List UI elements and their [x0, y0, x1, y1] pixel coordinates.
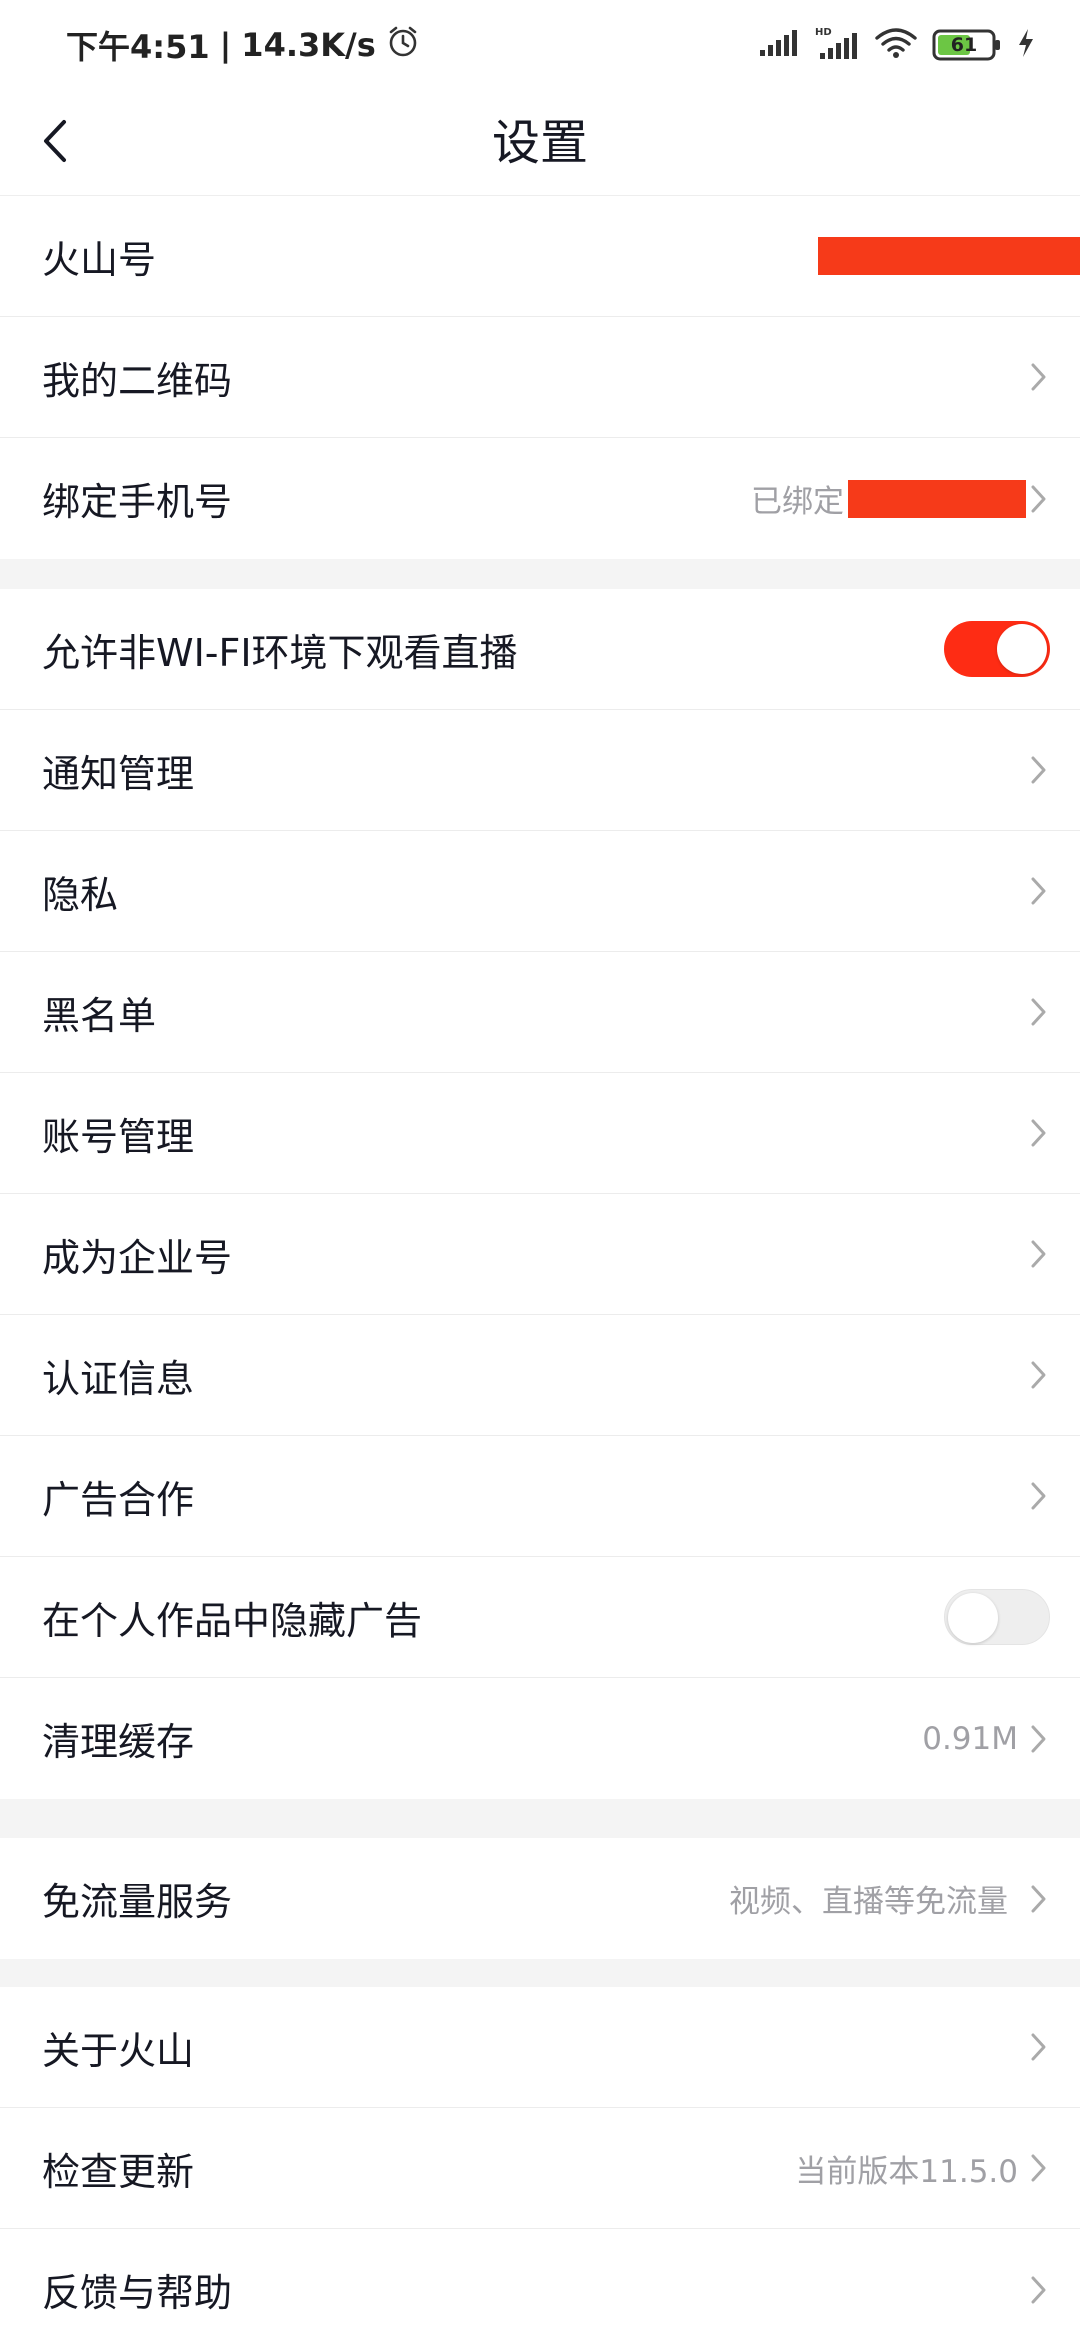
section-separator: [0, 559, 1080, 589]
notification-management-label: 通知管理: [42, 751, 195, 796]
check-update-right: 当前版本11.5.0: [795, 2146, 1050, 2191]
clear-cache-right: 0.91M: [922, 1721, 1050, 1757]
status-right: HD 61: [758, 25, 1036, 65]
status-divider: |: [219, 26, 232, 64]
network-speed: 14.3K/s: [241, 26, 376, 64]
chevron-right-icon: [1030, 2153, 1050, 2183]
allow-non-wifi-live-right: [944, 621, 1050, 677]
bind-phone-status: 已绑定: [751, 484, 844, 520]
battery-level: 61: [950, 34, 978, 56]
preferences-group: 允许非WI-FI环境下观看直播 通知管理 隐私 黑名单 账号管理 成为企业号 认…: [0, 589, 1080, 1799]
chevron-right-icon: [1030, 1360, 1050, 1390]
data-free-service-label: 免流量服务: [42, 1880, 233, 1924]
feedback-help-right: [1030, 2275, 1050, 2305]
ad-cooperation-row[interactable]: 广告合作: [0, 1436, 1080, 1557]
become-business-account-row[interactable]: 成为企业号: [0, 1194, 1080, 1315]
volcano-id-row[interactable]: 火山号: [0, 196, 1080, 317]
signal-icon: [758, 28, 800, 62]
feedback-help-label: 反馈与帮助: [42, 2271, 233, 2315]
status-time: 下午4:51: [66, 28, 210, 66]
blacklist-row[interactable]: 黑名单: [0, 952, 1080, 1073]
account-group: 火山号 我的二维码 绑定手机号 已绑定: [0, 196, 1080, 559]
chevron-right-icon: [1030, 362, 1050, 392]
about-volcano-row[interactable]: 关于火山: [0, 1987, 1080, 2108]
hide-ads-in-works-right: [944, 1589, 1050, 1645]
charging-icon: [1016, 27, 1036, 63]
allow-non-wifi-live-toggle[interactable]: [944, 621, 1050, 677]
chevron-right-icon: [1030, 1239, 1050, 1269]
chevron-right-icon: [1030, 997, 1050, 1027]
section-separator: [0, 1799, 1080, 1838]
alarm-icon: [386, 24, 420, 66]
hide-ads-in-works-toggle[interactable]: [944, 1589, 1050, 1645]
svg-text:HD: HD: [815, 27, 832, 38]
status-left: 下午4:51 | 14.3K/s: [66, 22, 420, 68]
hide-ads-in-works-row: 在个人作品中隐藏广告: [0, 1557, 1080, 1678]
allow-non-wifi-live-label: 允许非WI-FI环境下观看直播: [42, 630, 518, 675]
clear-cache-row[interactable]: 清理缓存 0.91M: [0, 1678, 1080, 1799]
about-group: 关于火山 检查更新 当前版本11.5.0 反馈与帮助: [0, 1987, 1080, 2350]
notification-management-row[interactable]: 通知管理: [0, 710, 1080, 831]
blacklist-right: [1030, 997, 1050, 1027]
clear-cache-label: 清理缓存: [42, 1720, 195, 1764]
check-update-row[interactable]: 检查更新 当前版本11.5.0: [0, 2108, 1080, 2229]
chevron-right-icon: [1030, 1724, 1050, 1754]
check-update-label: 检查更新: [42, 2149, 195, 2194]
data-free-service-description: 视频、直播等免流量: [729, 1884, 1008, 1920]
verification-info-label: 认证信息: [42, 1356, 195, 1401]
navbar: 设置: [0, 90, 1080, 196]
account-management-label: 账号管理: [42, 1114, 195, 1159]
status-bar: 下午4:51 | 14.3K/s HD 61: [0, 0, 1080, 90]
redacted-volcano-id: [818, 237, 1080, 275]
account-management-right: [1030, 1118, 1050, 1148]
toggle-knob: [948, 1593, 998, 1643]
my-qr-code-label: 我的二维码: [42, 358, 233, 403]
data-free-service-right: 视频、直播等免流量: [729, 1876, 1050, 1921]
data-free-service-row[interactable]: 免流量服务 视频、直播等免流量: [0, 1838, 1080, 1959]
chevron-right-icon: [1030, 1118, 1050, 1148]
chevron-right-icon: [1030, 2032, 1050, 2062]
blacklist-label: 黑名单: [42, 993, 157, 1038]
verification-info-row[interactable]: 认证信息: [0, 1315, 1080, 1436]
allow-non-wifi-live-row: 允许非WI-FI环境下观看直播: [0, 589, 1080, 710]
privacy-right: [1030, 876, 1050, 906]
battery-icon: 61: [932, 28, 1002, 62]
cache-size: 0.91M: [922, 1720, 1018, 1757]
chevron-right-icon: [1030, 876, 1050, 906]
bind-phone-row[interactable]: 绑定手机号 已绑定: [0, 438, 1080, 559]
notification-management-right: [1030, 755, 1050, 785]
chevron-right-icon: [1030, 484, 1050, 514]
account-management-row[interactable]: 账号管理: [0, 1073, 1080, 1194]
bind-phone-label: 绑定手机号: [42, 480, 233, 524]
page-title: 设置: [491, 115, 588, 171]
ad-cooperation-right: [1030, 1481, 1050, 1511]
about-volcano-label: 关于火山: [42, 2028, 195, 2073]
chevron-right-icon: [1030, 755, 1050, 785]
redacted-phone-number: [848, 479, 1026, 518]
wifi-icon: [874, 26, 918, 64]
become-business-account-right: [1030, 1239, 1050, 1269]
verification-info-right: [1030, 1360, 1050, 1390]
hd-signal-icon: HD: [814, 25, 860, 65]
chevron-right-icon: [1030, 1884, 1050, 1914]
become-business-account-label: 成为企业号: [42, 1235, 233, 1280]
my-qr-code-right: [1030, 362, 1050, 392]
volcano-id-value: [818, 237, 1080, 275]
privacy-row[interactable]: 隐私: [0, 831, 1080, 952]
privacy-label: 隐私: [42, 872, 119, 917]
section-separator: [0, 1959, 1080, 1987]
chevron-right-icon: [1030, 2275, 1050, 2305]
toggle-knob: [997, 624, 1047, 674]
my-qr-code-row[interactable]: 我的二维码: [0, 317, 1080, 438]
volcano-id-label: 火山号: [42, 237, 157, 282]
bind-phone-right: 已绑定: [751, 476, 1050, 521]
about-volcano-right: [1030, 2032, 1050, 2062]
feedback-help-row[interactable]: 反馈与帮助: [0, 2229, 1080, 2350]
ad-cooperation-label: 广告合作: [42, 1477, 195, 1522]
chevron-right-icon: [1030, 1481, 1050, 1511]
data-free-group: 免流量服务 视频、直播等免流量: [0, 1838, 1080, 1959]
current-version: 当前版本11.5.0: [795, 2153, 1018, 2190]
hide-ads-in-works-label: 在个人作品中隐藏广告: [42, 1598, 423, 1643]
